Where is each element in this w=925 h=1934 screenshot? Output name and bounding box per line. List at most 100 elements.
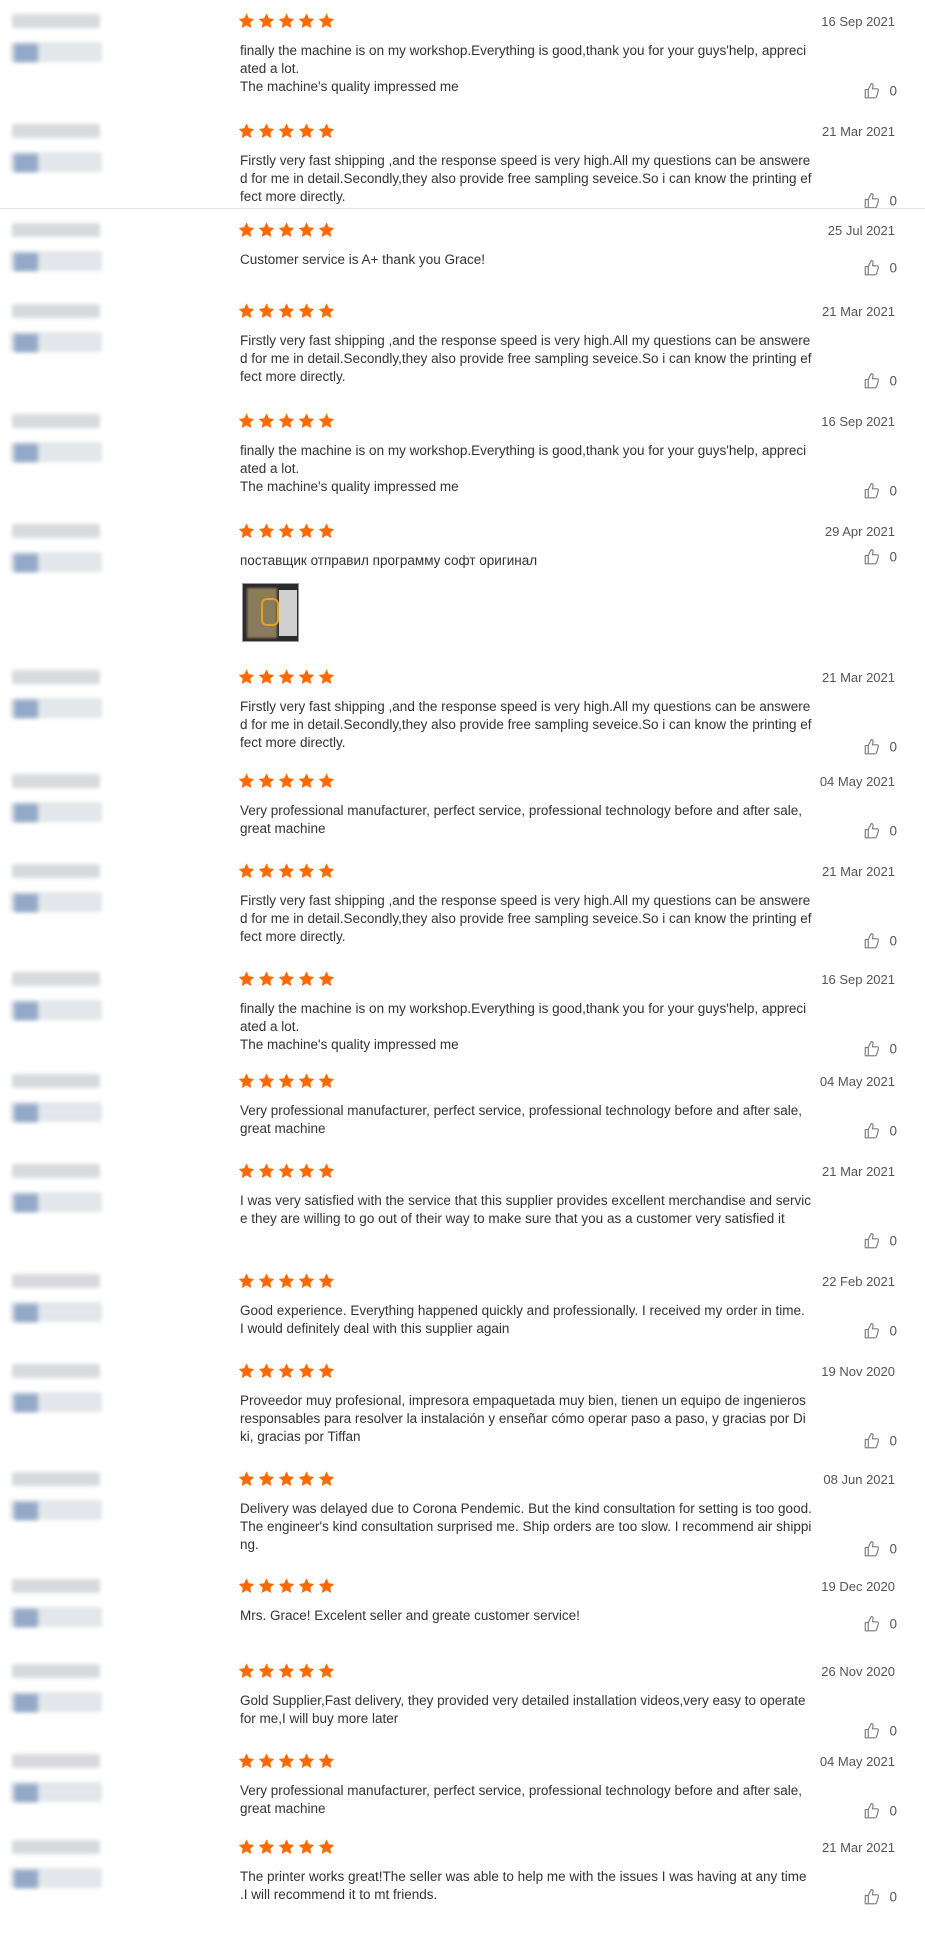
star-icon (257, 522, 276, 540)
review-item: 16 Sep 2021 finally the machine is on my … (0, 958, 925, 1066)
like-button[interactable]: 0 (841, 372, 897, 390)
like-button[interactable]: 0 (841, 259, 897, 277)
like-button[interactable]: 0 (841, 1888, 897, 1906)
reviewer-avatar (4, 1754, 104, 1810)
thumbs-up-icon[interactable] (863, 548, 881, 566)
review-date: 04 May 2021 (819, 1074, 895, 1089)
review-text: Customer service is A+ thank you Grace! (240, 252, 485, 267)
review-date: 22 Feb 2021 (821, 1274, 895, 1289)
review-date: 19 Dec 2020 (821, 1579, 895, 1594)
review-item: 21 Mar 2021 Firstly very fast shipping ,a… (0, 656, 925, 764)
review-text: Good experience. Everything happened qui… (240, 1303, 805, 1336)
star-icon (317, 1752, 336, 1770)
review-date: 16 Sep 2021 (821, 414, 895, 429)
like-count: 0 (889, 1541, 897, 1557)
star-icon (297, 12, 316, 30)
like-count: 0 (889, 1233, 897, 1249)
star-icon (277, 1072, 296, 1090)
star-icon (257, 1752, 276, 1770)
star-icon (277, 970, 296, 988)
thumbs-up-icon[interactable] (863, 1040, 881, 1058)
like-button[interactable]: 0 (841, 1615, 897, 1633)
star-icon (317, 412, 336, 430)
like-button[interactable]: 0 (841, 1122, 897, 1140)
review-date: 26 Nov 2020 (821, 1664, 895, 1679)
rating-stars (237, 970, 337, 990)
review-text: Very professional manufacturer, perfect … (240, 1783, 803, 1816)
star-icon (257, 1838, 276, 1856)
star-icon (257, 1662, 276, 1680)
rating-stars (237, 668, 337, 688)
like-count: 0 (889, 823, 897, 839)
like-button[interactable]: 0 (841, 1722, 897, 1740)
star-icon (317, 122, 336, 140)
thumbs-up-icon[interactable] (863, 932, 881, 950)
reviewer-avatar (4, 1840, 104, 1896)
reviewer-avatar (4, 1164, 104, 1220)
review-text: I was very satisfied with the service th… (240, 1193, 812, 1226)
thumbs-up-icon[interactable] (863, 1802, 881, 1820)
like-button[interactable]: 0 (841, 82, 897, 100)
thumbs-up-icon[interactable] (863, 1615, 881, 1633)
like-count: 0 (889, 1889, 897, 1905)
like-button[interactable]: 0 (841, 548, 897, 566)
review-text: finally the machine is on my workshop.Ev… (240, 43, 807, 94)
thumbs-up-icon[interactable] (863, 372, 881, 390)
star-icon (317, 1362, 336, 1380)
star-icon (297, 1272, 316, 1290)
review-photo-thumbnail[interactable] (242, 583, 299, 642)
star-icon (297, 862, 316, 880)
like-button[interactable]: 0 (841, 1540, 897, 1558)
star-icon (237, 122, 256, 140)
thumbs-up-icon[interactable] (863, 259, 881, 277)
star-icon (297, 522, 316, 540)
thumbs-up-icon[interactable] (863, 822, 881, 840)
like-button[interactable]: 0 (841, 1232, 897, 1250)
thumbs-up-icon[interactable] (863, 82, 881, 100)
review-date: 21 Mar 2021 (822, 1840, 895, 1855)
like-count: 0 (889, 483, 897, 499)
thumbs-up-icon[interactable] (863, 482, 881, 500)
review-item: 21 Mar 2021 Firstly very fast shipping ,a… (0, 110, 925, 218)
rating-stars (237, 1470, 337, 1490)
review-date: 04 May 2021 (819, 774, 895, 789)
reviewer-avatar (4, 223, 104, 279)
rating-stars (237, 1272, 337, 1292)
star-icon (237, 1072, 256, 1090)
review-item: 16 Sep 2021 finally the machine is on my … (0, 400, 925, 508)
thumbs-up-icon[interactable] (863, 1888, 881, 1906)
like-button[interactable]: 0 (841, 1322, 897, 1340)
star-icon (277, 221, 296, 239)
thumbs-up-icon[interactable] (863, 1540, 881, 1558)
star-icon (257, 412, 276, 430)
thumbs-up-icon[interactable] (863, 1232, 881, 1250)
review-date: 16 Sep 2021 (821, 972, 895, 987)
rating-stars (237, 1577, 337, 1597)
star-icon (237, 1470, 256, 1488)
review-text: Firstly very fast shipping ,and the resp… (240, 333, 812, 384)
thumbs-up-icon[interactable] (863, 1322, 881, 1340)
like-button[interactable]: 0 (841, 932, 897, 950)
like-button[interactable]: 0 (841, 1432, 897, 1450)
star-icon (277, 1162, 296, 1180)
reviewer-avatar (4, 1472, 104, 1528)
star-icon (257, 221, 276, 239)
like-button[interactable]: 0 (841, 738, 897, 756)
reviewer-avatar (4, 1074, 104, 1130)
like-button[interactable]: 0 (841, 1040, 897, 1058)
star-icon (297, 221, 316, 239)
thumbs-up-icon[interactable] (863, 738, 881, 756)
star-icon (237, 1662, 256, 1680)
like-button[interactable]: 0 (841, 482, 897, 500)
like-count: 0 (889, 1041, 897, 1057)
thumbs-up-icon[interactable] (863, 1122, 881, 1140)
rating-stars (237, 12, 337, 32)
thumbs-up-icon[interactable] (863, 1432, 881, 1450)
like-button[interactable]: 0 (841, 1802, 897, 1820)
like-button[interactable]: 0 (841, 822, 897, 840)
review-text: finally the machine is on my workshop.Ev… (240, 1001, 807, 1052)
thumbs-up-icon[interactable] (863, 1722, 881, 1740)
review-text: Gold Supplier,Fast delivery, they provid… (240, 1693, 806, 1726)
reviewer-avatar (4, 1364, 104, 1420)
star-icon (237, 1577, 256, 1595)
